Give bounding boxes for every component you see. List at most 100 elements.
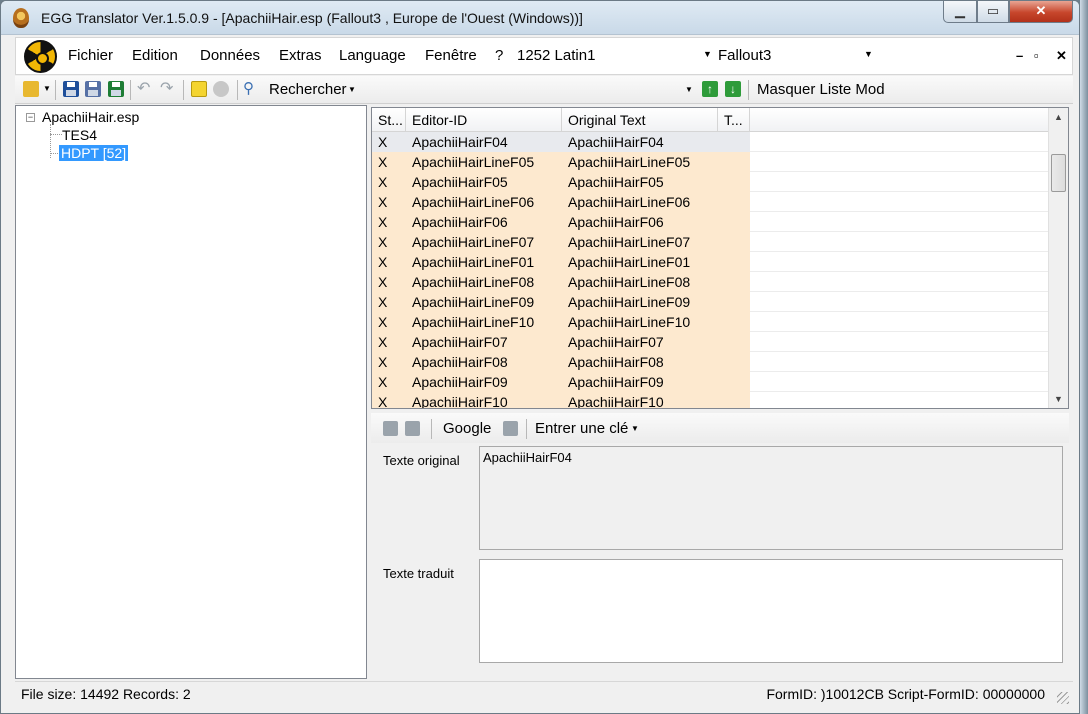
menu-extras[interactable]: Extras <box>279 47 322 64</box>
cell-translated[interactable] <box>718 192 750 212</box>
open-folder-icon[interactable] <box>23 81 39 97</box>
cell-original-text[interactable]: ApachiiHairF05 <box>562 172 718 192</box>
table-row[interactable]: X ApachiiHairLineF05 ApachiiHairLineF05 <box>372 152 1048 172</box>
column-translated[interactable]: T... <box>718 108 750 132</box>
save-as-icon[interactable] <box>85 81 101 97</box>
cell-translated[interactable] <box>718 332 750 352</box>
cell-original-text[interactable]: ApachiiHairLineF10 <box>562 312 718 332</box>
menu-edition[interactable]: Edition <box>132 47 178 64</box>
table-row[interactable]: X ApachiiHairLineF10 ApachiiHairLineF10 <box>372 312 1048 332</box>
hide-mod-list-button[interactable]: Masquer Liste Mod <box>757 81 885 98</box>
cell-original-text[interactable]: ApachiiHairF07 <box>562 332 718 352</box>
cell-status[interactable]: X <box>372 312 406 332</box>
resize-grip-icon[interactable] <box>1057 692 1069 704</box>
menu-help[interactable]: ? <box>495 47 503 64</box>
game-select[interactable]: Fallout3 <box>718 47 771 64</box>
menu-language[interactable]: Language <box>339 47 406 64</box>
table-row[interactable]: X ApachiiHairF04 ApachiiHairF04 <box>372 132 1048 152</box>
cell-original-text[interactable]: ApachiiHairF09 <box>562 372 718 392</box>
cell-status[interactable]: X <box>372 392 406 408</box>
search-button[interactable]: Rechercher <box>269 81 347 98</box>
cell-translated[interactable] <box>718 312 750 332</box>
cell-status[interactable]: X <box>372 152 406 172</box>
save-translation-icon[interactable] <box>383 421 398 436</box>
table-row[interactable]: X ApachiiHairF06 ApachiiHairF06 <box>372 212 1048 232</box>
column-status[interactable]: St... <box>372 108 406 132</box>
mdi-restore-button[interactable]: ▫ <box>1034 48 1039 63</box>
cell-editor-id[interactable]: ApachiiHairLineF09 <box>406 292 562 312</box>
cell-status[interactable]: X <box>372 192 406 212</box>
cell-status[interactable]: X <box>372 332 406 352</box>
cell-translated[interactable] <box>718 212 750 232</box>
undo-icon[interactable]: ↶ <box>137 81 153 97</box>
forward-icon[interactable] <box>213 81 229 97</box>
table-row[interactable]: X ApachiiHairF07 ApachiiHairF07 <box>372 332 1048 352</box>
cell-editor-id[interactable]: ApachiiHairF05 <box>406 172 562 192</box>
table-row[interactable]: X ApachiiHairF05 ApachiiHairF05 <box>372 172 1048 192</box>
cell-translated[interactable] <box>718 272 750 292</box>
column-original-text[interactable]: Original Text <box>562 108 718 132</box>
translated-text-box[interactable] <box>479 559 1063 663</box>
save-all-translation-icon[interactable] <box>405 421 420 436</box>
cell-original-text[interactable]: ApachiiHairLineF08 <box>562 272 718 292</box>
table-row[interactable]: X ApachiiHairF10 ApachiiHairF10 <box>372 392 1048 408</box>
cell-status[interactable]: X <box>372 172 406 192</box>
egg-app-icon[interactable] <box>13 8 29 28</box>
cell-status[interactable]: X <box>372 352 406 372</box>
grid-scrollbar[interactable]: ▲ ▼ <box>1048 108 1068 408</box>
tree-node-hdpt[interactable]: HDPT [52] <box>59 145 129 161</box>
next-arrow-icon[interactable]: ↓ <box>725 81 741 97</box>
cell-original-text[interactable]: ApachiiHairF10 <box>562 392 718 408</box>
dictionary-icon[interactable] <box>503 421 518 436</box>
title-bar[interactable]: EGG Translator Ver.1.5.0.9 - [ApachiiHai… <box>1 1 1079 35</box>
game-dropdown-icon[interactable]: ▼ <box>864 49 873 59</box>
maximize-button[interactable]: ▭ <box>977 1 1009 23</box>
cell-editor-id[interactable]: ApachiiHairF08 <box>406 352 562 372</box>
table-row[interactable]: X ApachiiHairF08 ApachiiHairF08 <box>372 352 1048 372</box>
cell-translated[interactable] <box>718 232 750 252</box>
cell-translated[interactable] <box>718 152 750 172</box>
cell-original-text[interactable]: ApachiiHairLineF01 <box>562 252 718 272</box>
cell-original-text[interactable]: ApachiiHairF08 <box>562 352 718 372</box>
table-row[interactable]: X ApachiiHairLineF09 ApachiiHairLineF09 <box>372 292 1048 312</box>
cell-translated[interactable] <box>718 372 750 392</box>
table-row[interactable]: X ApachiiHairF09 ApachiiHairF09 <box>372 372 1048 392</box>
enter-key-dropdown-icon[interactable]: ▼ <box>631 424 639 433</box>
menu-fichier[interactable]: Fichier <box>68 47 113 64</box>
cell-translated[interactable] <box>718 292 750 312</box>
record-tree[interactable]: − ApachiiHair.esp TES4 HDPT [52] <box>15 105 367 679</box>
cell-original-text[interactable]: ApachiiHairF06 <box>562 212 718 232</box>
refresh-icon[interactable] <box>191 81 207 97</box>
scroll-up-icon[interactable]: ▲ <box>1049 108 1068 126</box>
tree-root-node[interactable]: ApachiiHair.esp <box>42 109 139 125</box>
cell-editor-id[interactable]: ApachiiHairLineF10 <box>406 312 562 332</box>
table-row[interactable]: X ApachiiHairLineF06 ApachiiHairLineF06 <box>372 192 1048 212</box>
cell-translated[interactable] <box>718 392 750 408</box>
cell-editor-id[interactable]: ApachiiHairLineF06 <box>406 192 562 212</box>
open-dropdown-icon[interactable]: ▼ <box>43 84 51 93</box>
mdi-close-button[interactable]: ✕ <box>1056 48 1067 64</box>
save-all-icon[interactable] <box>108 81 124 97</box>
cell-editor-id[interactable]: ApachiiHairLineF05 <box>406 152 562 172</box>
previous-arrow-icon[interactable]: ↑ <box>702 81 718 97</box>
scrollbar-thumb[interactable] <box>1051 154 1066 192</box>
search-input[interactable] <box>359 78 697 100</box>
search-icon[interactable]: ⚲ <box>243 81 259 97</box>
cell-translated[interactable] <box>718 132 750 152</box>
close-button[interactable]: ✕ <box>1009 1 1073 23</box>
google-translate-button[interactable]: Google <box>443 420 491 437</box>
cell-editor-id[interactable]: ApachiiHairLineF08 <box>406 272 562 292</box>
cell-status[interactable]: X <box>372 372 406 392</box>
original-text-box[interactable]: ApachiiHairF04 <box>479 446 1063 550</box>
column-editor-id[interactable]: Editor-ID <box>406 108 562 132</box>
menu-fenetre[interactable]: Fenêtre <box>425 47 477 64</box>
search-options-dropdown-icon[interactable]: ▼ <box>348 85 356 94</box>
cell-original-text[interactable]: ApachiiHairLineF05 <box>562 152 718 172</box>
menu-donnees[interactable]: Données <box>200 47 260 64</box>
cell-editor-id[interactable]: ApachiiHairF09 <box>406 372 562 392</box>
cell-status[interactable]: X <box>372 252 406 272</box>
cell-translated[interactable] <box>718 252 750 272</box>
minimize-button[interactable]: ▁ <box>943 1 977 23</box>
cell-status[interactable]: X <box>372 132 406 152</box>
cell-original-text[interactable]: ApachiiHairLineF06 <box>562 192 718 212</box>
